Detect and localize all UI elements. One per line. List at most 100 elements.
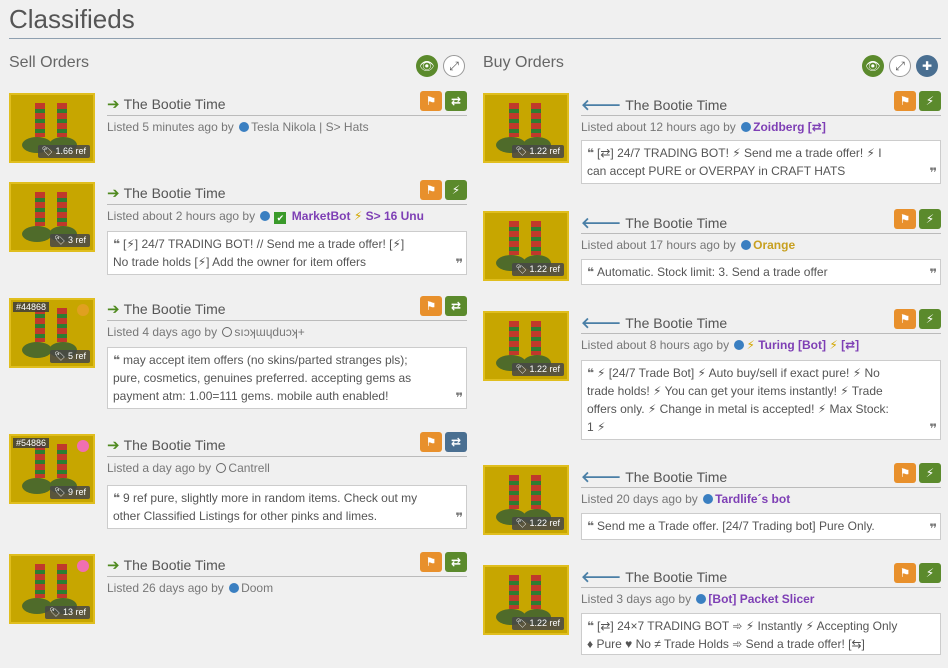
plus-icon: ✚ [921,59,933,73]
flag-icon: ⚑ [899,212,911,226]
instant-trade-button[interactable]: ⚡ [919,563,941,583]
toggle-visibility-button[interactable]: 👁 [416,55,438,77]
listing-meta: Listed 3 days ago by [Bot] Packet Slicer [581,592,815,606]
bolt-icon: ⚡ [746,338,755,352]
listing-comment: ❝ may accept item offers (no skins/parted… [107,347,467,409]
listing-title-row: ➔ The Bootie Time ⚑ ⇄ [107,91,467,116]
arrow-right-icon: ➔ [107,96,120,113]
add-listing-button[interactable]: ✚ [916,55,938,77]
item-thumbnail[interactable]: 🏷 13 ref [9,554,95,624]
user-link[interactable]: Tardlife´s bot [715,492,790,506]
listing-meta: Listed about 17 hours ago by Orange [581,238,796,252]
bolt-icon: ⚡ [353,209,363,223]
item-thumbnail[interactable]: 🏷 1.22 ref [483,465,569,535]
report-button[interactable]: ⚑ [420,180,442,200]
user-link[interactable]: Orange [753,238,795,252]
listing-title-row: ➔ The Bootie Time ⚑ ⇄ [107,552,467,577]
listing-meta: Listed 4 days ago by sıɔʞɯɥduɔʞ+ [107,325,305,339]
item-name[interactable]: ➔ The Bootie Time [107,300,226,318]
tag-icon: 🏷 [515,264,527,274]
user-status-dot [260,211,271,221]
item-id-tag: #54886 [13,438,50,448]
user-link[interactable]: Turing [Bot] [758,338,826,352]
arrow-left-icon: 🡐 [581,569,622,586]
listing-comment: ❝ ⚡ [24/7 Trade Bot] ⚡ Auto buy/sell if e… [581,360,941,440]
quote-close-icon: ❞ [455,510,463,525]
item-thumbnail[interactable]: 🏷 1.22 ref [483,211,569,281]
instant-trade-button[interactable]: ⚡ [445,180,467,200]
trade-offer-button[interactable]: ⇄ [445,296,467,316]
arrow-right-icon: ➔ [107,557,120,574]
swap-icon: ⇄ [450,555,462,569]
price-tag: 🏷 1.22 ref [511,517,564,530]
report-button[interactable]: ⚑ [894,463,916,483]
user-status-dot [734,340,745,350]
item-name[interactable]: ➔ The Bootie Time [107,436,226,454]
tag-icon: 🏷 [49,607,61,617]
user-status-dot [741,122,752,132]
eye-icon: 👁 [419,59,435,73]
item-thumbnail[interactable]: #54886 🏷 9 ref [9,434,95,504]
user-status-dot [239,122,250,132]
item-name[interactable]: ➔ The Bootie Time [107,556,226,574]
report-button[interactable]: ⚑ [894,91,916,111]
price-tag: 🏷 13 ref [45,606,90,619]
item-name[interactable]: 🡐 The Bootie Time [581,313,727,332]
report-button[interactable]: ⚑ [894,209,916,229]
user-link[interactable]: sıɔʞɯɥduɔʞ+ [234,325,304,339]
item-name[interactable]: 🡐 The Bootie Time [581,567,727,586]
user-link[interactable]: [Bot] Packet Slicer [708,592,814,606]
instant-trade-button[interactable]: ⚡ [919,91,941,111]
user-link[interactable]: Cantrell [228,461,269,475]
trade-offer-button[interactable]: ⇄ [445,91,467,111]
quote-close-icon: ❞ [929,421,937,436]
item-name[interactable]: 🡐 The Bootie Time [581,213,727,232]
instant-trade-button[interactable]: ⚡ [919,463,941,483]
toggle-visibility-button[interactable]: 👁 [862,55,884,77]
price-tag: 🏷 1.22 ref [511,363,564,376]
bolt-icon: ⚡ [829,338,838,352]
expand-button[interactable]: ⤢ [889,55,911,77]
user-link[interactable]: Doom [241,581,273,595]
quote-open-icon: ❝ [587,265,595,279]
item-name[interactable]: 🡐 The Bootie Time [581,95,727,114]
swap-icon: ⇄ [450,94,462,108]
item-thumbnail[interactable]: 🏷 1.22 ref [483,565,569,635]
tag-icon: 🏷 [54,235,66,245]
instant-trade-button[interactable]: ⚡ [919,209,941,229]
trade-offer-button[interactable]: ⇄ [445,552,467,572]
item-thumbnail[interactable]: 🏷 1.22 ref [483,93,569,163]
report-button[interactable]: ⚑ [894,309,916,329]
item-thumbnail[interactable]: 🏷 1.22 ref [483,311,569,381]
expand-icon: ⤢ [449,58,459,73]
user-link[interactable]: Tesla Nikola | S> Hats [251,120,369,134]
user-link[interactable]: MarketBot [292,209,351,223]
instant-trade-button[interactable]: ⚡ [919,309,941,329]
quote-open-icon: ❝ [113,237,121,251]
trade-offer-button[interactable]: ⇄ [445,432,467,452]
listing-title-row: 🡐 The Bootie Time ⚑ ⚡ [581,91,941,116]
sell-listing: 🏷 3 ref ➔ The Bootie Time ⚑ ⚡ Listed abou… [9,180,467,275]
listing-comment: ❝ [⇄] 24/7 TRADING BOT! ⚡ Send me a trade… [581,140,941,184]
item-name[interactable]: ➔ The Bootie Time [107,95,226,113]
listing-meta: Listed about 2 hours ago by ✔ MarketBot … [107,209,424,224]
user-link[interactable]: Zoidberg [⇄] [753,120,826,134]
item-name[interactable]: 🡐 The Bootie Time [581,467,727,486]
report-button[interactable]: ⚑ [420,91,442,111]
report-button[interactable]: ⚑ [420,432,442,452]
item-thumbnail[interactable]: #44868 🏷 5 ref [9,298,95,368]
report-button[interactable]: ⚑ [420,552,442,572]
report-button[interactable]: ⚑ [894,563,916,583]
expand-button[interactable]: ⤢ [443,55,465,77]
item-thumbnail[interactable]: 🏷 3 ref [9,182,95,252]
listing-comment: ❝ [⚡] 24/7 TRADING BOT! // Send me a trad… [107,231,467,275]
bolt-icon: ⚡ [925,566,935,580]
listing-meta: Listed a day ago by Cantrell [107,461,270,475]
quote-open-icon: ❝ [113,491,121,505]
report-button[interactable]: ⚑ [420,296,442,316]
listing-comment: ❝ 9 ref pure, slightly more in random ite… [107,485,467,529]
item-thumbnail[interactable]: 🏷 1.66 ref [9,93,95,163]
title-divider [9,38,941,39]
item-name[interactable]: ➔ The Bootie Time [107,184,226,202]
listing-comment: ❝ Send me a Trade offer. [24/7 Trading bo… [581,513,941,540]
